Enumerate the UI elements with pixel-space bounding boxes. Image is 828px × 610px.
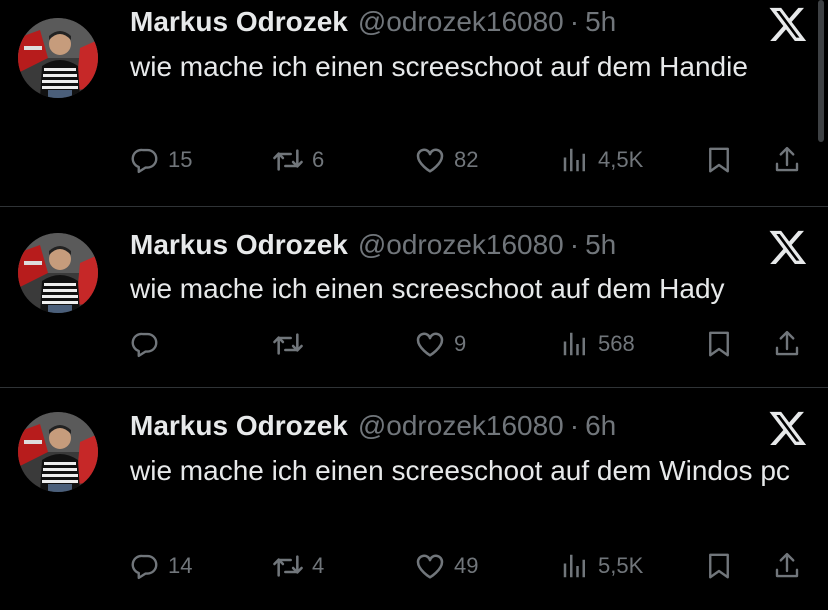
avatar[interactable] — [18, 412, 98, 492]
share-icon — [772, 551, 802, 581]
share-button[interactable] — [772, 326, 802, 362]
like-count: 9 — [454, 331, 467, 356]
tweet-header: Markus Odrozek @odrozek16080 · 6h — [130, 410, 616, 442]
reply-button[interactable]: 14 — [130, 548, 192, 584]
tweet-text: wie mache ich einen screeschoot auf dem … — [130, 273, 725, 304]
reply-icon — [130, 145, 160, 175]
views-button[interactable]: 4,5K — [560, 142, 643, 178]
share-icon — [772, 329, 802, 359]
reply-count: 14 — [168, 553, 193, 578]
author-name[interactable]: Markus Odrozek — [130, 229, 348, 261]
retweet-button[interactable]: 4 — [272, 548, 324, 584]
views-count: 5,5K — [598, 553, 644, 578]
views-count: 4,5K — [598, 147, 644, 172]
author-name[interactable]: Markus Odrozek — [130, 6, 348, 38]
like-count: 82 — [454, 147, 479, 172]
bookmark-icon — [704, 329, 734, 359]
like-icon — [414, 144, 446, 176]
reply-icon — [130, 551, 160, 581]
bookmark-button[interactable] — [704, 326, 734, 362]
share-icon — [772, 145, 802, 175]
share-button[interactable] — [772, 142, 802, 178]
separator: · — [569, 410, 580, 441]
like-icon — [414, 550, 446, 582]
tweet-text: wie mache ich einen screeschoot auf dem … — [130, 51, 748, 82]
x-logo-icon — [768, 227, 808, 267]
like-count: 49 — [454, 553, 479, 578]
retweet-icon — [272, 328, 304, 360]
views-button[interactable]: 5,5K — [560, 548, 643, 584]
reply-count: 15 — [168, 147, 193, 172]
author-handle[interactable]: @odrozek16080 — [358, 6, 564, 38]
retweet-icon — [272, 550, 304, 582]
tweet[interactable]: Markus Odrozek @odrozek16080 · 5h wie ma… — [0, 0, 828, 206]
x-logo-icon — [768, 408, 808, 448]
bookmark-button[interactable] — [704, 142, 734, 178]
timestamp[interactable]: 5h — [585, 229, 616, 261]
author-handle[interactable]: @odrozek16080 — [358, 410, 564, 442]
retweet-icon — [272, 144, 304, 176]
views-icon — [560, 551, 590, 581]
x-logo-icon — [768, 4, 808, 44]
bookmark-icon — [704, 145, 734, 175]
action-bar: 15 6 82 4,5K — [130, 142, 820, 178]
action-bar: 14 4 49 5,5K — [130, 548, 820, 584]
retweet-button[interactable] — [272, 326, 312, 362]
reply-icon — [130, 329, 160, 359]
separator: · — [569, 6, 580, 37]
like-button[interactable]: 82 — [414, 142, 478, 178]
tweet-header: Markus Odrozek @odrozek16080 · 5h — [130, 6, 616, 38]
share-button[interactable] — [772, 548, 802, 584]
reply-button[interactable] — [130, 326, 168, 362]
bookmark-icon — [704, 551, 734, 581]
action-bar: 9 568 — [130, 326, 820, 362]
author-name[interactable]: Markus Odrozek — [130, 410, 348, 442]
views-icon — [560, 145, 590, 175]
views-count: 568 — [598, 331, 635, 356]
tweet-text: wie mache ich einen screeschoot auf dem … — [130, 455, 790, 486]
like-button[interactable]: 9 — [414, 326, 466, 362]
like-button[interactable]: 49 — [414, 548, 478, 584]
timestamp[interactable]: 6h — [585, 410, 616, 442]
reply-button[interactable]: 15 — [130, 142, 192, 178]
views-icon — [560, 329, 590, 359]
retweet-button[interactable]: 6 — [272, 142, 324, 178]
avatar[interactable] — [18, 18, 98, 98]
bookmark-button[interactable] — [704, 548, 734, 584]
like-icon — [414, 328, 446, 360]
avatar[interactable] — [18, 233, 98, 313]
views-button[interactable]: 568 — [560, 326, 635, 362]
retweet-count: 4 — [312, 553, 325, 578]
separator: · — [569, 229, 580, 260]
timestamp[interactable]: 5h — [585, 6, 616, 38]
tweet-header: Markus Odrozek @odrozek16080 · 5h — [130, 229, 616, 261]
author-handle[interactable]: @odrozek16080 — [358, 229, 564, 261]
retweet-count: 6 — [312, 147, 325, 172]
